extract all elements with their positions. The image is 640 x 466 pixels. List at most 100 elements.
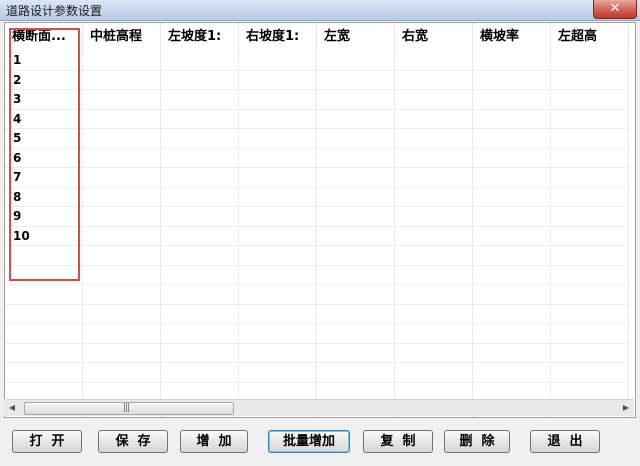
- table-cell[interactable]: [83, 324, 161, 344]
- col-header-right-slope[interactable]: 右坡度1:: [239, 23, 317, 51]
- table-cell[interactable]: [239, 187, 317, 207]
- table-cell[interactable]: [239, 265, 317, 285]
- col-header-left-slope[interactable]: 左坡度1:: [161, 23, 239, 51]
- table-cell[interactable]: [551, 148, 629, 168]
- table-cell[interactable]: [83, 129, 161, 149]
- table-cell[interactable]: [473, 324, 551, 344]
- table-cell[interactable]: [317, 324, 395, 344]
- table-cell[interactable]: [83, 187, 161, 207]
- col-header-right-width[interactable]: 右宽: [395, 23, 473, 51]
- table-cell[interactable]: [317, 51, 395, 71]
- table-cell[interactable]: [551, 265, 629, 285]
- table-cell[interactable]: [239, 148, 317, 168]
- table-cell[interactable]: [551, 187, 629, 207]
- table-cell[interactable]: [473, 226, 551, 246]
- table-cell[interactable]: [395, 168, 473, 188]
- table-cell[interactable]: [473, 129, 551, 149]
- table-cell[interactable]: [83, 70, 161, 90]
- table-cell[interactable]: [83, 304, 161, 324]
- table-cell[interactable]: [551, 51, 629, 71]
- save-button[interactable]: 保 存: [98, 430, 168, 453]
- table-cell[interactable]: [239, 70, 317, 90]
- table-cell[interactable]: [239, 90, 317, 110]
- table-cell[interactable]: [161, 246, 239, 266]
- table-cell[interactable]: [551, 285, 629, 305]
- row-number-cell[interactable]: 2: [5, 70, 83, 90]
- table-cell[interactable]: [161, 265, 239, 285]
- table-cell[interactable]: [83, 148, 161, 168]
- col-header-left-superelevation[interactable]: 左超高: [551, 23, 629, 51]
- table-cell[interactable]: [395, 304, 473, 324]
- table-cell[interactable]: [83, 265, 161, 285]
- table-cell[interactable]: [239, 363, 317, 383]
- table-cell[interactable]: [551, 207, 629, 227]
- table-cell[interactable]: [473, 343, 551, 363]
- close-button[interactable]: ✕: [593, 0, 637, 19]
- table-cell[interactable]: [83, 363, 161, 383]
- col-header-cross-section[interactable]: 横断面...: [5, 23, 83, 51]
- table-cell[interactable]: [395, 148, 473, 168]
- table-cell[interactable]: [395, 90, 473, 110]
- table-cell[interactable]: [395, 265, 473, 285]
- table-cell[interactable]: [161, 324, 239, 344]
- row-number-cell[interactable]: 8: [5, 187, 83, 207]
- table-cell[interactable]: [83, 343, 161, 363]
- table-cell[interactable]: [161, 51, 239, 71]
- scroll-left-arrow-icon[interactable]: ◀: [4, 400, 20, 416]
- table-cell[interactable]: [473, 304, 551, 324]
- table-cell[interactable]: [83, 207, 161, 227]
- table-cell[interactable]: [83, 109, 161, 129]
- table-cell[interactable]: [161, 226, 239, 246]
- table-cell[interactable]: [239, 246, 317, 266]
- table-cell[interactable]: [161, 285, 239, 305]
- table-cell[interactable]: [317, 226, 395, 246]
- row-number-cell[interactable]: [5, 285, 83, 305]
- table-cell[interactable]: [395, 226, 473, 246]
- table-cell[interactable]: [83, 226, 161, 246]
- table-cell[interactable]: [395, 207, 473, 227]
- table-cell[interactable]: [551, 324, 629, 344]
- table-cell[interactable]: [473, 168, 551, 188]
- scrollbar-thumb[interactable]: |||: [24, 402, 234, 415]
- add-button[interactable]: 增 加: [180, 430, 248, 453]
- row-number-cell[interactable]: 5: [5, 129, 83, 149]
- table-cell[interactable]: [395, 70, 473, 90]
- table-cell[interactable]: [239, 168, 317, 188]
- table-cell[interactable]: [395, 187, 473, 207]
- table-cell[interactable]: [83, 51, 161, 71]
- table-cell[interactable]: [395, 129, 473, 149]
- table-cell[interactable]: [239, 51, 317, 71]
- table-cell[interactable]: [551, 70, 629, 90]
- table-cell[interactable]: [395, 363, 473, 383]
- table-cell[interactable]: [83, 285, 161, 305]
- table-cell[interactable]: [161, 168, 239, 188]
- row-number-cell[interactable]: 6: [5, 148, 83, 168]
- row-number-cell[interactable]: 9: [5, 207, 83, 227]
- table-cell[interactable]: [317, 265, 395, 285]
- table-cell[interactable]: [317, 148, 395, 168]
- table-cell[interactable]: [395, 324, 473, 344]
- table-cell[interactable]: [239, 207, 317, 227]
- table-cell[interactable]: [161, 90, 239, 110]
- table-cell[interactable]: [551, 90, 629, 110]
- table-cell[interactable]: [473, 187, 551, 207]
- col-header-cross-slope[interactable]: 横坡率: [473, 23, 551, 51]
- table-cell[interactable]: [239, 109, 317, 129]
- table-cell[interactable]: [317, 168, 395, 188]
- scroll-right-arrow-icon[interactable]: ▶: [618, 400, 634, 416]
- table-cell[interactable]: [473, 363, 551, 383]
- row-number-cell[interactable]: [5, 246, 83, 266]
- row-number-cell[interactable]: 4: [5, 109, 83, 129]
- table-cell[interactable]: [395, 246, 473, 266]
- table-cell[interactable]: [473, 70, 551, 90]
- copy-button[interactable]: 复 制: [363, 430, 433, 453]
- table-cell[interactable]: [161, 148, 239, 168]
- table-cell[interactable]: [239, 129, 317, 149]
- horizontal-scrollbar[interactable]: ◀ ||| ▶: [4, 399, 634, 416]
- table-cell[interactable]: [83, 168, 161, 188]
- table-cell[interactable]: [317, 90, 395, 110]
- row-number-cell[interactable]: [5, 304, 83, 324]
- row-number-cell[interactable]: 1: [5, 51, 83, 71]
- open-button[interactable]: 打 开: [12, 430, 82, 453]
- table-cell[interactable]: [395, 343, 473, 363]
